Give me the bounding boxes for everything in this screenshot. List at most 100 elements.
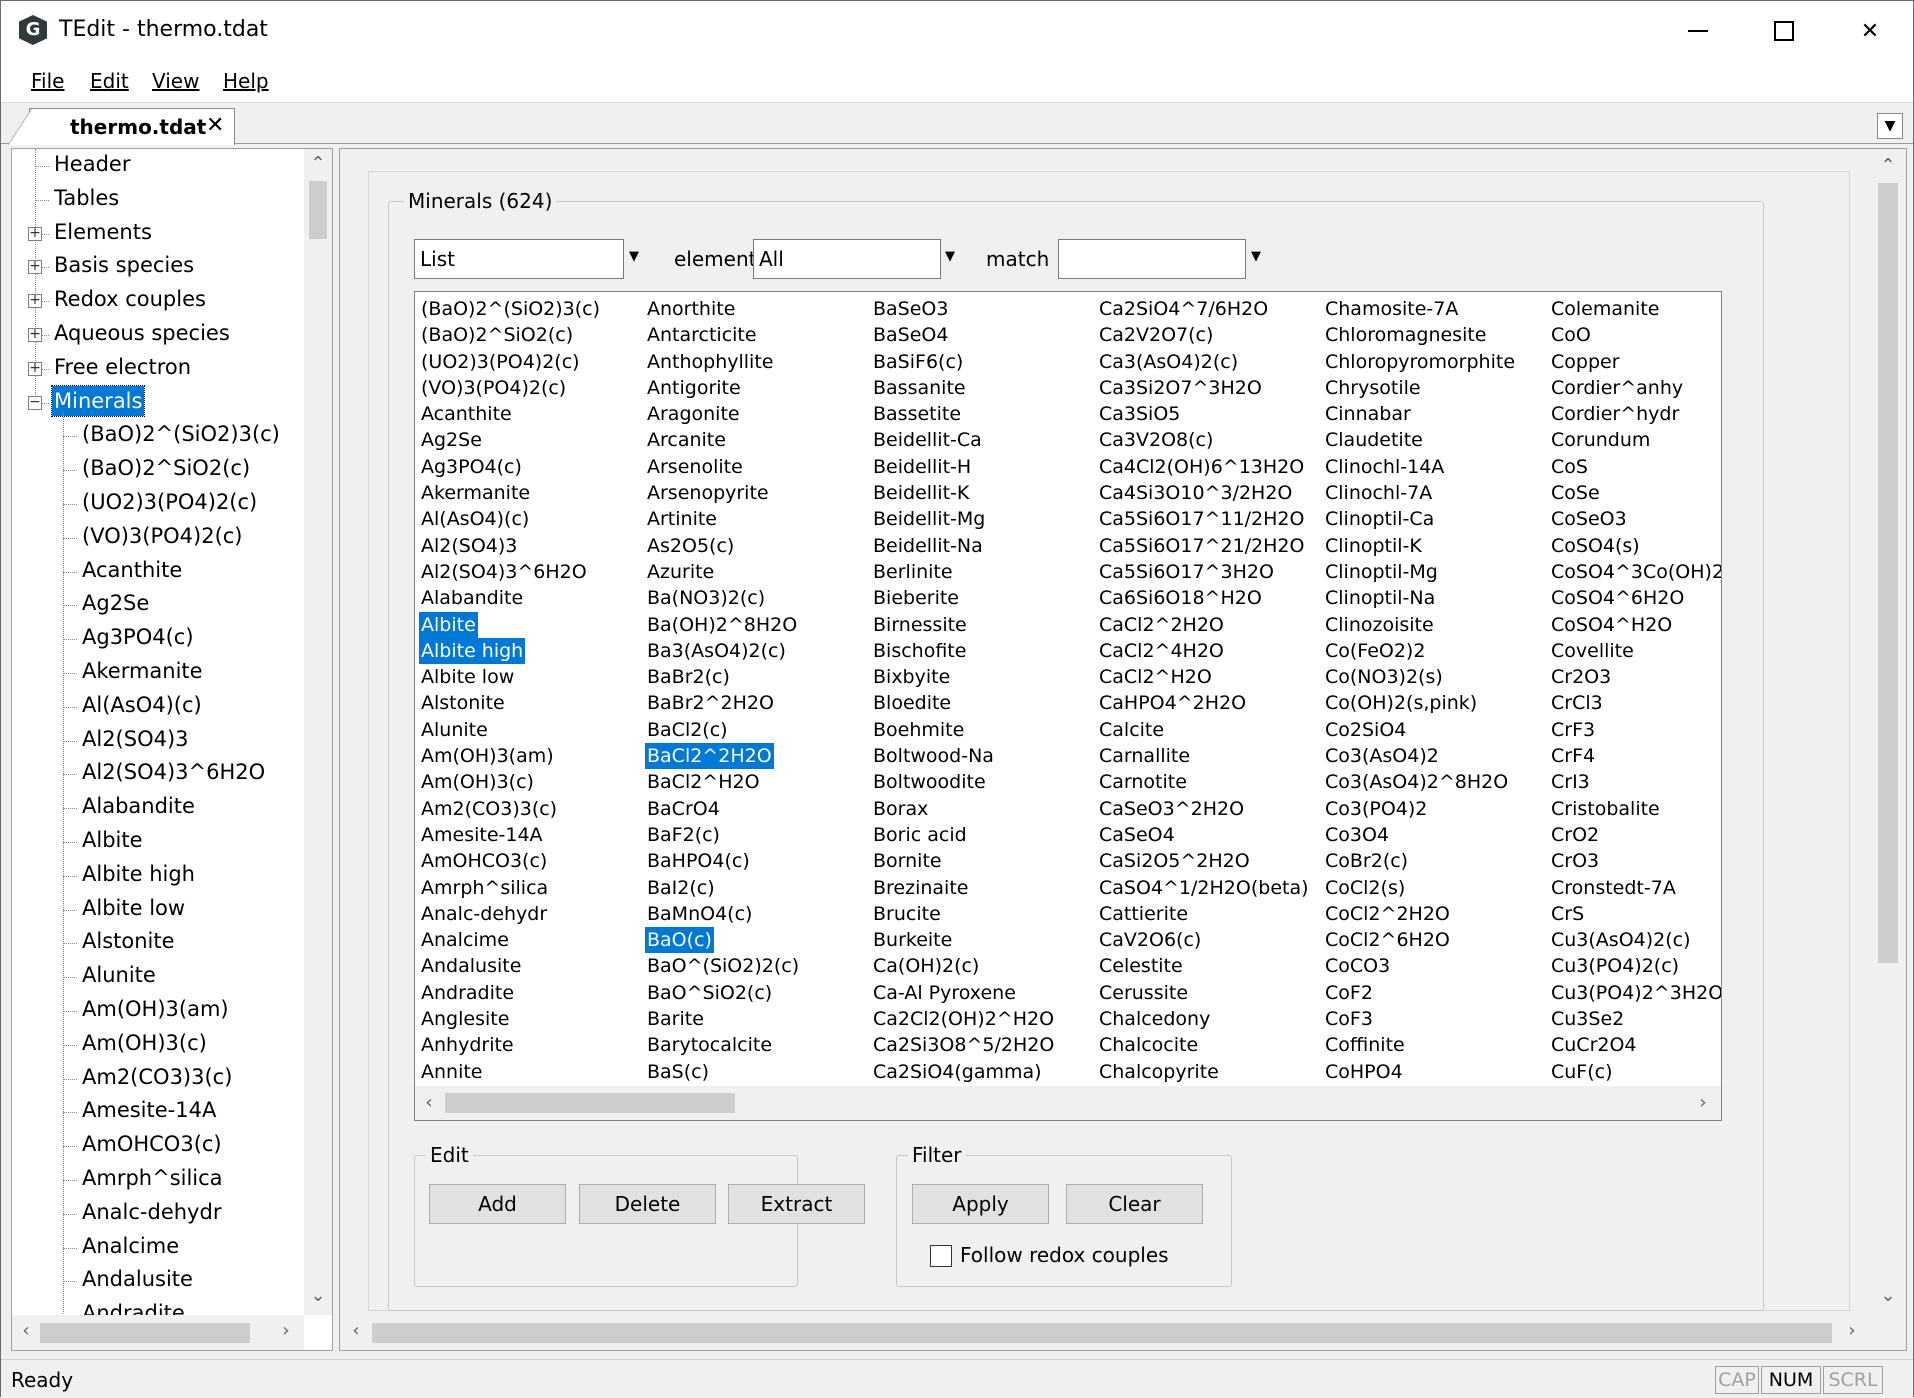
minerals-list[interactable]: (BaO)2^(SiO2)3(c) (BaO)2^SiO2(c) (UO2)3(PO… [414,291,1722,1121]
tree-item-mineral[interactable]: Amesite-14A [12,1095,304,1128]
list-item[interactable]: Chrysotile [1323,375,1423,401]
list-item[interactable]: CrS [1549,901,1586,927]
list-item[interactable]: CaSeO4 [1097,822,1177,848]
list-item[interactable]: Arcanite [645,427,728,453]
list-item[interactable]: BaS(c) [645,1059,711,1085]
list-item[interactable]: Am(OH)3(am) [419,743,556,769]
list-item[interactable]: Ca-Al Pyroxene [871,980,1018,1006]
view-mode-chevron-down-icon[interactable]: ▼ [622,239,646,279]
list-item[interactable]: (BaO)2^(SiO2)3(c) [419,296,602,322]
tree-expand-icon[interactable]: + [28,293,42,309]
list-item[interactable]: Colemanite [1549,296,1661,322]
tree-item-mineral[interactable]: Analc-dehydr [12,1197,304,1230]
list-item[interactable]: Ca(OH)2(c) [871,953,981,979]
follow-redox-checkbox[interactable] [930,1245,952,1267]
list-item[interactable]: BaI2(c) [645,875,717,901]
list-item[interactable]: Carnallite [1097,743,1192,769]
apply-button[interactable]: Apply [912,1184,1049,1224]
list-item[interactable]: Calcite [1097,717,1166,743]
list-item[interactable]: Aragonite [645,401,742,427]
list-item[interactable]: CuF(c) [1549,1059,1615,1085]
list-item[interactable]: Arsenolite [645,454,745,480]
list-item[interactable]: Artinite [645,506,719,532]
list-item[interactable]: Cu3(PO4)2(c) [1549,953,1681,979]
tree-item-mineral[interactable]: Amrph^silica [12,1163,304,1196]
list-item[interactable]: CaSi2O5^2H2O [1097,848,1252,874]
tree-collapse-icon[interactable]: − [28,395,42,410]
list-item[interactable]: Ca5Si6O17^11/2H2O [1097,506,1306,532]
list-item[interactable]: Brucite [871,901,943,927]
list-item[interactable]: CaHPO4^2H2O [1097,690,1248,716]
close-button[interactable]: ✕ [1827,1,1913,61]
list-item[interactable]: Antigorite [645,375,743,401]
scroll-down-icon[interactable]: ⌄ [304,1285,332,1306]
list-item[interactable]: Burkeite [871,927,954,953]
list-item[interactable]: Co(NO3)2(s) [1323,664,1445,690]
list-item[interactable]: Cu3(PO4)2^3H2O [1549,980,1721,1006]
list-item[interactable]: Chalcopyrite [1097,1059,1221,1085]
main-scroll-up-icon[interactable]: ⌃ [1870,155,1906,176]
tree-item-mineral[interactable]: Al2(SO4)3^6H2O [12,757,304,790]
tree-item-tables[interactable]: Tables [12,183,304,216]
delete-button[interactable]: Delete [579,1184,716,1224]
tab-close-icon[interactable]: ✕ [206,113,224,138]
list-scroll-right-icon[interactable]: › [1693,1092,1713,1113]
list-item[interactable]: Cristobalite [1549,796,1662,822]
list-item[interactable]: Bixbyite [871,664,952,690]
list-item[interactable]: Copper [1549,349,1622,375]
list-item[interactable]: Coffinite [1323,1032,1407,1058]
tree-item-basis-species[interactable]: + Basis species [12,250,304,283]
list-item[interactable]: Beidellit-K [871,480,971,506]
list-item[interactable]: Boltwoodite [871,769,988,795]
tree-item-mineral[interactable]: Analcime [12,1231,304,1264]
list-item[interactable]: Co(FeO2)2 [1323,638,1427,664]
list-item[interactable]: Cu3Se2 [1549,1006,1626,1032]
list-item[interactable]: CrCl3 [1549,690,1605,716]
minimize-button[interactable] [1655,1,1741,61]
tree-item-mineral[interactable]: Albite [12,825,304,858]
list-item[interactable]: Ca6Si6O18^H2O [1097,585,1264,611]
list-item[interactable]: CoSO4^H2O [1549,612,1674,638]
list-item[interactable]: (UO2)3(PO4)2(c) [419,349,582,375]
list-item[interactable]: Alabandite [419,585,525,611]
list-item[interactable]: Arsenopyrite [645,480,771,506]
list-item[interactable]: Ba(OH)2^8H2O [645,612,799,638]
list-item[interactable]: Ca5Si6O17^3H2O [1097,559,1276,585]
scroll-left-icon[interactable]: ‹ [16,1320,36,1341]
list-item[interactable]: Cordier^anhy [1549,375,1685,401]
list-item[interactable]: Al2(SO4)3 [419,533,519,559]
tree-item-mineral[interactable]: AmOHCO3(c) [12,1129,304,1162]
tree-item-redox-couples[interactable]: + Redox couples [12,284,304,317]
list-item[interactable]: Chalcedony [1097,1006,1212,1032]
menu-edit[interactable]: Edit [90,69,129,93]
tab-list-dropdown-button[interactable]: ▼ [1877,113,1903,139]
match-input[interactable] [1058,239,1246,279]
list-item[interactable]: Bassanite [871,375,968,401]
list-item[interactable]: Ca5Si6O17^21/2H2O [1097,533,1306,559]
list-item[interactable]: BaSeO4 [871,322,950,348]
list-item[interactable]: CoCO3 [1323,953,1392,979]
list-item[interactable]: Am(OH)3(c) [419,769,536,795]
list-item[interactable]: CaCl2^H2O [1097,664,1214,690]
list-item[interactable]: BaCl2(c) [645,717,730,743]
list-item[interactable]: Boltwood-Na [871,743,996,769]
main-vertical-scrollbar[interactable]: ⌃ ⌄ [1870,149,1906,1315]
list-item[interactable]: Ag3PO4(c) [419,454,524,480]
list-item[interactable]: Alunite [419,717,490,743]
list-item[interactable]: Ca3(AsO4)2(c) [1097,349,1240,375]
list-item[interactable]: Ca3SiO5 [1097,401,1182,427]
list-item[interactable]: CoSO4(s) [1549,533,1642,559]
tree-item-mineral[interactable]: (VO)3(PO4)2(c) [12,521,304,554]
list-item[interactable]: BaMnO4(c) [645,901,754,927]
menu-help[interactable]: Help [223,69,269,93]
list-item[interactable]: Beidellit-Na [871,533,985,559]
list-item[interactable]: Cr2O3 [1549,664,1613,690]
list-item[interactable]: Chloromagnesite [1323,322,1489,348]
tree-item-mineral[interactable]: Alunite [12,960,304,993]
list-item[interactable]: CoSO4^6H2O [1549,585,1686,611]
list-item[interactable]: Borax [871,796,930,822]
tree-item-mineral[interactable]: Alabandite [12,791,304,824]
add-button[interactable]: Add [429,1184,566,1224]
list-item[interactable]: Anthophyllite [645,349,775,375]
main-scroll-down-icon[interactable]: ⌄ [1870,1285,1906,1306]
